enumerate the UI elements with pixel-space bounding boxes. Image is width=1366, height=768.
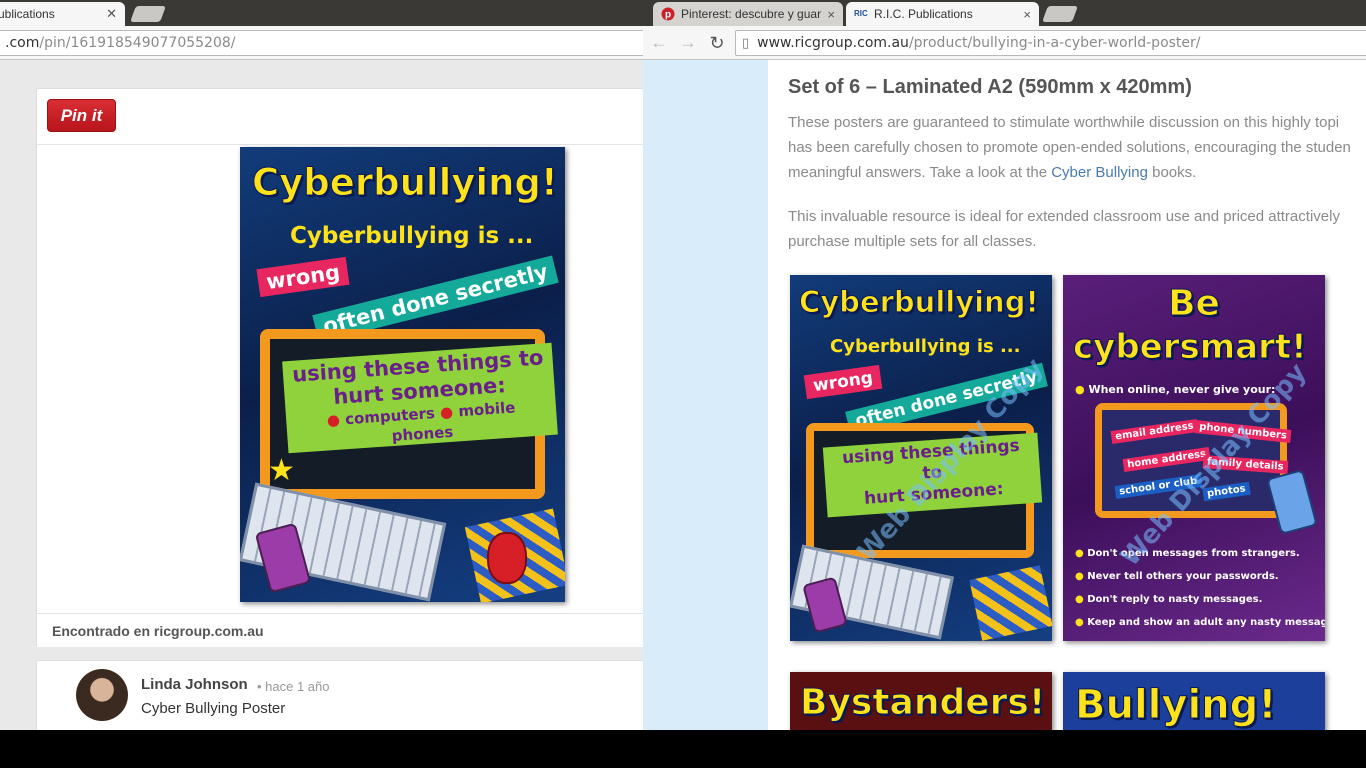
poster-subtitle: Cyberbullying is ... — [290, 223, 534, 249]
product-heading: Set of 6 – Laminated A2 (590mm x 420mm) — [788, 76, 1192, 98]
pin-it-button[interactable]: Pin it — [47, 99, 116, 132]
pin-page: Pin it Cyberbullying! Cyberbullying is .… — [0, 60, 643, 730]
tip-2-text: Never tell others your passwords. — [1087, 571, 1279, 582]
url-path: /pin/161918549077055208/ — [39, 35, 236, 51]
tab-pinterest-left[interactable]: ublications ✕ — [0, 2, 125, 26]
new-tab-button[interactable] — [130, 6, 166, 22]
url-domain: www.ricgroup.com.au — [757, 35, 909, 51]
description-paragraph-1: These posters are guaranteed to stimulat… — [788, 110, 1366, 185]
product-poster-bullying[interactable]: Bullying! — [1063, 672, 1325, 730]
reload-icon[interactable]: ↻ — [706, 32, 728, 54]
para1-line3-text: meaningful answers. Take a look at the — [788, 164, 1052, 181]
poster-title-line2: cybersmart! — [1073, 327, 1308, 368]
para1-line1: These posters are guaranteed to stimulat… — [788, 114, 1340, 131]
tab-label: R.I.C. Publications — [874, 7, 973, 21]
cyber-bullying-link[interactable]: Cyber Bullying — [1051, 164, 1148, 181]
poster-subtitle: Cyberbullying is ... — [830, 336, 1021, 357]
comment-text: Cyber Bullying Poster — [141, 700, 286, 717]
forward-arrow-icon[interactable]: → — [677, 32, 699, 54]
url-domain: .com — [5, 35, 40, 51]
star-icon: ★ — [268, 453, 295, 488]
right-tab-strip: p Pinterest: descubre y guar × RIC R.I.C… — [643, 0, 1366, 26]
poster-band-wrong: wrong — [803, 364, 883, 400]
right-browser-window: p Pinterest: descubre y guar × RIC R.I.C… — [643, 0, 1366, 730]
pin-card: Pin it Cyberbullying! Cyberbullying is .… — [36, 88, 643, 647]
poster-title: Cyberbullying! — [252, 161, 559, 205]
taskbar-area — [0, 730, 1366, 768]
para1-line2: has been carefully chosen to promote ope… — [788, 139, 1351, 156]
mousepad-illustration — [969, 565, 1052, 641]
left-tab-strip: ublications ✕ — [0, 0, 643, 26]
para2-line2: purchase multiple sets for all classes. — [788, 233, 1037, 250]
product-poster-cybersmart[interactable]: Be cybersmart! ● When online, never give… — [1063, 275, 1325, 641]
address-bar[interactable]: ▯ www.ricgroup.com.au/product/bullying-i… — [735, 30, 1366, 56]
close-icon[interactable]: × — [1023, 7, 1031, 22]
para2-line1: This invaluable resource is ideal for ex… — [788, 208, 1340, 225]
comment-card: Linda Johnson • hace 1 año Cyber Bullyin… — [36, 660, 643, 730]
ric-icon: RIC — [854, 9, 868, 18]
product-poster-cyberbullying[interactable]: Cyberbullying! Cyberbullying is ... wron… — [790, 275, 1052, 641]
tab-pinterest[interactable]: p Pinterest: descubre y guar × — [653, 2, 843, 26]
tip-2: ● Never tell others your passwords. — [1075, 571, 1279, 582]
right-toolbar: ← → ↻ ▯ www.ricgroup.com.au/product/bull… — [643, 26, 1366, 60]
avatar[interactable] — [76, 669, 128, 721]
left-toolbar: .com/pin/161918549077055208/ — [0, 26, 643, 60]
svg-text:p: p — [665, 10, 671, 21]
description-paragraph-2: This invaluable resource is ideal for ex… — [788, 204, 1366, 254]
comment-author[interactable]: Linda Johnson — [141, 676, 248, 693]
tip-3-text: Don't reply to nasty messages. — [1087, 594, 1263, 605]
address-bar[interactable]: .com/pin/161918549077055208/ — [0, 30, 643, 56]
back-arrow-icon[interactable]: ← — [648, 32, 670, 54]
poster-title-line1: Be — [1168, 283, 1221, 325]
new-tab-button[interactable] — [1042, 6, 1078, 22]
comment-time: • hace 1 año — [257, 679, 330, 694]
tab-ric-publications[interactable]: RIC R.I.C. Publications × — [846, 2, 1039, 26]
close-icon[interactable]: × — [827, 7, 835, 22]
product-poster-bystanders[interactable]: Bystanders! — [790, 672, 1052, 730]
para1-line3-end: books. — [1147, 164, 1197, 181]
poster-band-hurt: using these things to hurt someone: ● co… — [282, 342, 558, 454]
poster-band-wrong: wrong — [256, 256, 350, 298]
pin-source-link[interactable]: Encontrado en ricgroup.com.au — [37, 613, 643, 647]
mouse-illustration — [487, 532, 527, 584]
left-browser-window: ublications ✕ .com/pin/16191854907705520… — [0, 0, 643, 730]
product-page: Set of 6 – Laminated A2 (590mm x 420mm) … — [643, 60, 1366, 730]
tip-3: ● Don't reply to nasty messages. — [1075, 594, 1263, 605]
tip-4-text: Keep and show an adult any nasty message… — [1087, 617, 1325, 628]
page-sidebar — [643, 60, 768, 730]
poster-title: Bullying! — [1075, 682, 1278, 729]
poster-intro: ● When online, never give your: — [1075, 383, 1276, 396]
url-path: /product/bullying-in-a-cyber-world-poste… — [908, 35, 1201, 51]
mobile-phone-illustration — [1266, 469, 1318, 535]
page-icon: ▯ — [742, 35, 750, 51]
pin-image-cyberbullying-poster[interactable]: Cyberbullying! Cyberbullying is ... wron… — [240, 147, 565, 602]
poster-intro-text: When online, never give your: — [1088, 383, 1276, 396]
tip-4: ● Keep and show an adult any nasty messa… — [1075, 617, 1325, 628]
para1-line3: meaningful answers. Take a look at the C… — [788, 160, 1366, 185]
pinterest-icon: p — [661, 7, 675, 21]
tab-label: Pinterest: descubre y guar — [681, 7, 822, 21]
divider — [37, 144, 643, 145]
poster-title: Cyberbullying! — [799, 285, 1040, 320]
poster-title: Bystanders! — [799, 682, 1046, 724]
close-icon[interactable]: ✕ — [106, 6, 117, 22]
tab-label: ublications — [0, 7, 55, 21]
tip-1: ● Don't open messages from strangers. — [1075, 548, 1300, 559]
